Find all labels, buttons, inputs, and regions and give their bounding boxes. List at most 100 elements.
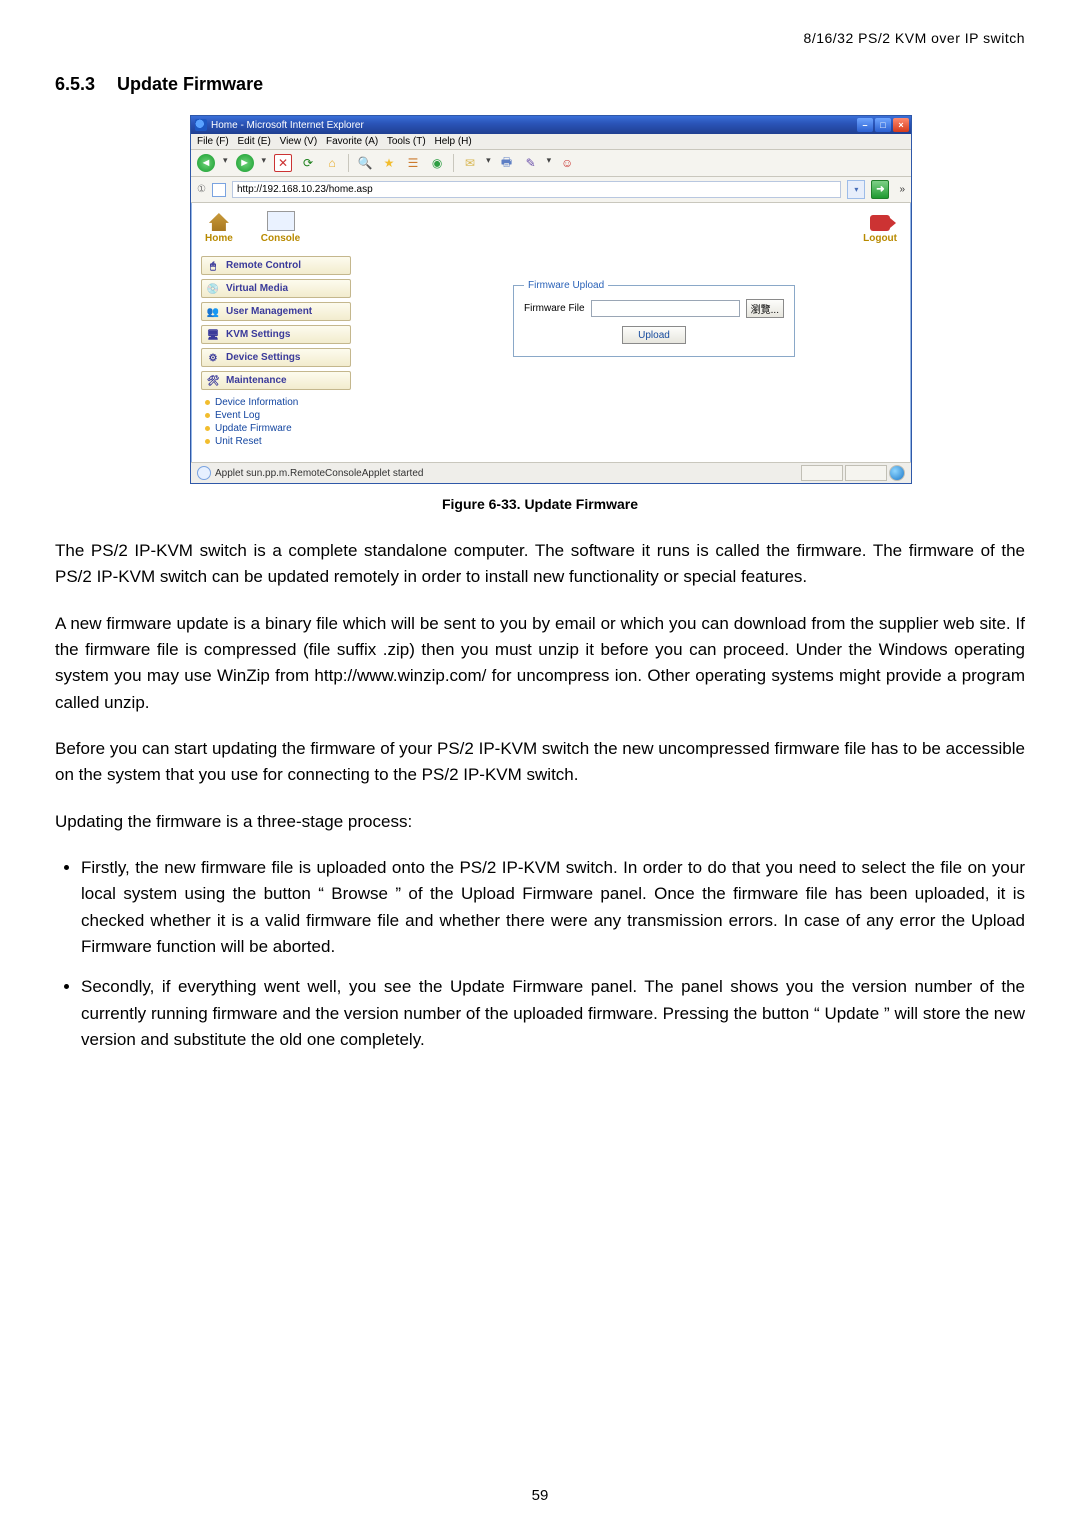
paragraph: A new firmware update is a binary file w… — [55, 611, 1025, 716]
subnav-device-information[interactable]: Device Information — [205, 396, 351, 409]
close-button[interactable]: × — [893, 118, 909, 132]
home-label: Home — [205, 233, 233, 244]
nav-device-settings[interactable]: ⚙ Device Settings — [201, 348, 351, 367]
back-button[interactable]: ◄ — [197, 154, 215, 172]
list-item: Firstly, the new firmware file is upload… — [81, 855, 1025, 960]
menu-favorite[interactable]: Favorite (A) — [326, 136, 378, 147]
edit-dropdown[interactable]: ▾ — [547, 155, 552, 166]
app-header: Home Console Logout — [191, 203, 911, 250]
links-chevron[interactable]: » — [899, 184, 905, 195]
refresh-button[interactable]: ⟳ — [300, 155, 316, 171]
toolbar-separator — [348, 154, 349, 172]
maximize-button[interactable]: □ — [875, 118, 891, 132]
body-text: The PS/2 IP-KVM switch is a complete sta… — [55, 538, 1025, 1054]
menu-help[interactable]: Help (H) — [435, 136, 472, 147]
list-item: Secondly, if everything went well, you s… — [81, 974, 1025, 1053]
nav-maintenance[interactable]: 🛠 Maintenance — [201, 371, 351, 390]
menu-view[interactable]: View (V) — [280, 136, 318, 147]
edit-button[interactable]: ✎ — [523, 155, 539, 171]
nav-remote-control[interactable]: 🖱 Remote Control — [201, 256, 351, 275]
back-dropdown[interactable]: ▾ — [223, 155, 228, 166]
media-icon: 💿 — [205, 282, 221, 296]
window-titlebar: Home - Microsoft Internet Explorer – □ × — [191, 116, 911, 134]
firmware-file-input[interactable] — [591, 300, 740, 317]
ie-toolbar: ◄ ▾ ► ▾ ✕ ⟳ ⌂ 🔍 ★ ☰ ◉ ✉ ▾ 🖶 ✎ ▾ ☺ — [191, 150, 911, 177]
menu-tools[interactable]: Tools (T) — [387, 136, 426, 147]
main-panel: Firmware Upload Firmware File 瀏覽... Uplo… — [361, 250, 911, 462]
forward-button[interactable]: ► — [236, 154, 254, 172]
nav-label: Virtual Media — [226, 283, 288, 294]
forward-dropdown[interactable]: ▾ — [262, 155, 267, 166]
browse-button[interactable]: 瀏覽... — [746, 299, 784, 318]
subnav-unit-reset[interactable]: Unit Reset — [205, 435, 351, 448]
kvm-icon: 🖥 — [205, 328, 221, 342]
messenger-button[interactable]: ☺ — [559, 155, 575, 171]
history-button[interactable]: ☰ — [405, 155, 421, 171]
nav-label: KVM Settings — [226, 329, 290, 340]
section-number: 6.5.3 — [55, 74, 95, 94]
page: 8/16/32 PS/2 KVM over IP switch 6.5.3 Upd… — [0, 0, 1080, 1528]
maintenance-icon: 🛠 — [205, 374, 221, 388]
status-cell — [845, 465, 887, 481]
window-title: Home - Microsoft Internet Explorer — [211, 120, 364, 131]
logout-label: Logout — [863, 233, 897, 244]
firmware-upload-panel: Firmware Upload Firmware File 瀏覽... Uplo… — [513, 280, 795, 357]
console-label: Console — [261, 233, 300, 244]
address-input[interactable]: http://192.168.10.23/home.asp — [232, 181, 841, 198]
user-icon: 👥 — [205, 305, 221, 319]
subnav-event-log[interactable]: Event Log — [205, 409, 351, 422]
paragraph: Updating the firmware is a three-stage p… — [55, 809, 1025, 835]
nav-label: User Management — [226, 306, 312, 317]
section-heading: 6.5.3 Update Firmware — [55, 74, 1025, 95]
stop-button[interactable]: ✕ — [274, 154, 292, 172]
page-number: 59 — [0, 1487, 1080, 1504]
ie-icon — [195, 119, 207, 131]
section-title: Update Firmware — [117, 74, 263, 94]
home-button[interactable]: ⌂ — [324, 155, 340, 171]
home-link[interactable]: Home — [205, 213, 233, 244]
console-icon — [267, 211, 295, 231]
menu-edit[interactable]: Edit (E) — [237, 136, 270, 147]
subnav-update-firmware[interactable]: Update Firmware — [205, 422, 351, 435]
search-button[interactable]: 🔍 — [357, 155, 373, 171]
media-button[interactable]: ◉ — [429, 155, 445, 171]
upload-button[interactable]: Upload — [622, 326, 686, 344]
figure-caption: Figure 6-33. Update Firmware — [55, 496, 1025, 512]
page-content: Home Console Logout 🖱 R — [191, 203, 911, 462]
side-nav: 🖱 Remote Control 💿 Virtual Media 👥 User … — [191, 250, 361, 462]
favorites-button[interactable]: ★ — [381, 155, 397, 171]
mail-dropdown[interactable]: ▾ — [486, 155, 491, 166]
address-bar: ① http://192.168.10.23/home.asp ▾ ➜ » — [191, 177, 911, 203]
toolbar-separator — [453, 154, 454, 172]
nav-label: Remote Control — [226, 260, 301, 271]
firmware-file-label: Firmware File — [524, 303, 585, 314]
nav-maintenance-sub: Device Information Event Log Update Firm… — [201, 394, 351, 452]
page-icon — [212, 183, 226, 197]
running-header: 8/16/32 PS/2 KVM over IP switch — [55, 30, 1025, 46]
nav-user-management[interactable]: 👥 User Management — [201, 302, 351, 321]
console-link[interactable]: Console — [261, 211, 300, 244]
address-label: ① — [197, 184, 206, 195]
nav-kvm-settings[interactable]: 🖥 KVM Settings — [201, 325, 351, 344]
internet-zone-icon — [889, 465, 905, 481]
firmware-upload-legend: Firmware Upload — [524, 280, 608, 291]
device-icon: ⚙ — [205, 351, 221, 365]
browser-window: Home - Microsoft Internet Explorer – □ ×… — [190, 115, 912, 484]
menu-bar: File (F) Edit (E) View (V) Favorite (A) … — [191, 134, 911, 150]
menu-file[interactable]: File (F) — [197, 136, 229, 147]
mail-button[interactable]: ✉ — [462, 155, 478, 171]
figure: Home - Microsoft Internet Explorer – □ ×… — [190, 115, 910, 484]
logout-icon — [870, 215, 890, 231]
status-cell — [801, 465, 843, 481]
address-dropdown[interactable]: ▾ — [847, 180, 865, 199]
minimize-button[interactable]: – — [857, 118, 873, 132]
nav-label: Maintenance — [226, 375, 287, 386]
paragraph: Before you can start updating the firmwa… — [55, 736, 1025, 789]
go-button[interactable]: ➜ — [871, 180, 889, 199]
nav-virtual-media[interactable]: 💿 Virtual Media — [201, 279, 351, 298]
status-text: Applet sun.pp.m.RemoteConsoleApplet star… — [215, 468, 423, 479]
logout-link[interactable]: Logout — [863, 215, 897, 244]
nav-label: Device Settings — [226, 352, 300, 363]
applet-icon — [197, 466, 211, 480]
print-button[interactable]: 🖶 — [499, 155, 515, 171]
